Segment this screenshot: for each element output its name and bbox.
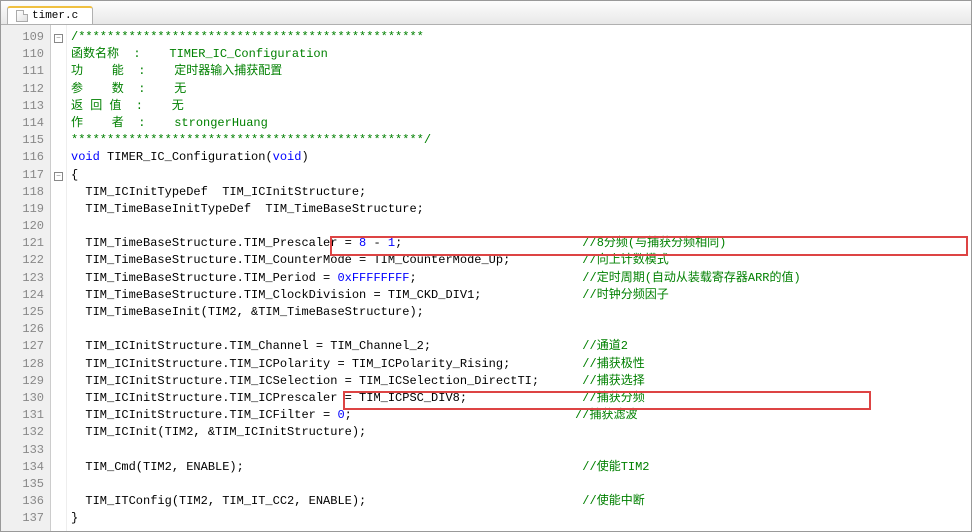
code-line[interactable]: { [71, 167, 971, 184]
tab-bar: timer.c [1, 1, 971, 25]
code-line[interactable]: TIM_ICInitStructure.TIM_ICPolarity = TIM… [71, 356, 971, 373]
line-number: 113 [1, 98, 44, 115]
file-icon [16, 10, 28, 22]
line-number: 120 [1, 218, 44, 235]
code-line[interactable]: TIM_TimeBaseInitTypeDef TIM_TimeBaseStru… [71, 201, 971, 218]
fold-toggle[interactable]: − [54, 34, 63, 43]
line-number: 123 [1, 270, 44, 287]
code-line[interactable] [71, 476, 971, 493]
code-line[interactable] [71, 321, 971, 338]
line-number: 110 [1, 46, 44, 63]
code-area[interactable]: /***************************************… [67, 25, 971, 531]
code-line[interactable]: ****************************************… [71, 132, 971, 149]
code-line[interactable]: TIM_TimeBaseInit(TIM2, &TIM_TimeBaseStru… [71, 304, 971, 321]
line-number: 127 [1, 338, 44, 355]
line-number: 136 [1, 493, 44, 510]
line-number: 128 [1, 356, 44, 373]
fold-toggle[interactable]: − [54, 172, 63, 181]
line-number: 114 [1, 115, 44, 132]
line-number: 119 [1, 201, 44, 218]
code-line[interactable]: void TIMER_IC_Configuration(void) [71, 149, 971, 166]
line-number: 135 [1, 476, 44, 493]
line-number: 131 [1, 407, 44, 424]
line-number: 112 [1, 81, 44, 98]
code-line[interactable] [71, 442, 971, 459]
code-line[interactable]: TIM_TimeBaseStructure.TIM_Prescaler = 8 … [71, 235, 971, 252]
line-number: 118 [1, 184, 44, 201]
line-number: 132 [1, 424, 44, 441]
code-line[interactable]: TIM_ICInit(TIM2, &TIM_ICInitStructure); [71, 424, 971, 441]
line-number: 109 [1, 29, 44, 46]
line-number: 134 [1, 459, 44, 476]
line-number: 116 [1, 149, 44, 166]
line-number: 129 [1, 373, 44, 390]
line-number: 133 [1, 442, 44, 459]
line-number: 115 [1, 132, 44, 149]
line-number: 122 [1, 252, 44, 269]
code-line[interactable]: 参 数 : 无 [71, 81, 971, 98]
tab-timer-c[interactable]: timer.c [7, 6, 93, 24]
code-line[interactable]: TIM_TimeBaseStructure.TIM_Period = 0xFFF… [71, 270, 971, 287]
code-line[interactable]: TIM_ICInitStructure.TIM_ICSelection = TI… [71, 373, 971, 390]
code-line[interactable]: TIM_ICInitStructure.TIM_ICFilter = 0; //… [71, 407, 971, 424]
code-line[interactable]: TIM_TimeBaseStructure.TIM_CounterMode = … [71, 252, 971, 269]
line-number-gutter: 1091101111121131141151161171181191201211… [1, 25, 51, 531]
code-line[interactable]: 功 能 : 定时器输入捕获配置 [71, 63, 971, 80]
line-number: 121 [1, 235, 44, 252]
line-number: 111 [1, 63, 44, 80]
code-line[interactable]: /***************************************… [71, 29, 971, 46]
line-number: 125 [1, 304, 44, 321]
code-line[interactable]: TIM_ITConfig(TIM2, TIM_IT_CC2, ENABLE); … [71, 493, 971, 510]
code-line[interactable]: TIM_Cmd(TIM2, ENABLE); //使能TIM2 [71, 459, 971, 476]
code-line[interactable]: TIM_ICInitStructure.TIM_ICPrescaler = TI… [71, 390, 971, 407]
code-line[interactable]: TIM_ICInitStructure.TIM_Channel = TIM_Ch… [71, 338, 971, 355]
tab-label: timer.c [32, 10, 78, 22]
fold-column: −− [51, 25, 67, 531]
code-line[interactable] [71, 218, 971, 235]
code-line[interactable]: TIM_TimeBaseStructure.TIM_ClockDivision … [71, 287, 971, 304]
code-editor[interactable]: 1091101111121131141151161171181191201211… [1, 25, 971, 531]
code-line[interactable]: } [71, 510, 971, 527]
code-line[interactable]: 作 者 : strongerHuang [71, 115, 971, 132]
line-number: 126 [1, 321, 44, 338]
line-number: 137 [1, 510, 44, 527]
line-number: 130 [1, 390, 44, 407]
line-number: 117 [1, 167, 44, 184]
code-line[interactable]: 函数名称 : TIMER_IC_Configuration [71, 46, 971, 63]
code-line[interactable]: 返 回 值 : 无 [71, 98, 971, 115]
line-number: 124 [1, 287, 44, 304]
code-line[interactable]: TIM_ICInitTypeDef TIM_ICInitStructure; [71, 184, 971, 201]
